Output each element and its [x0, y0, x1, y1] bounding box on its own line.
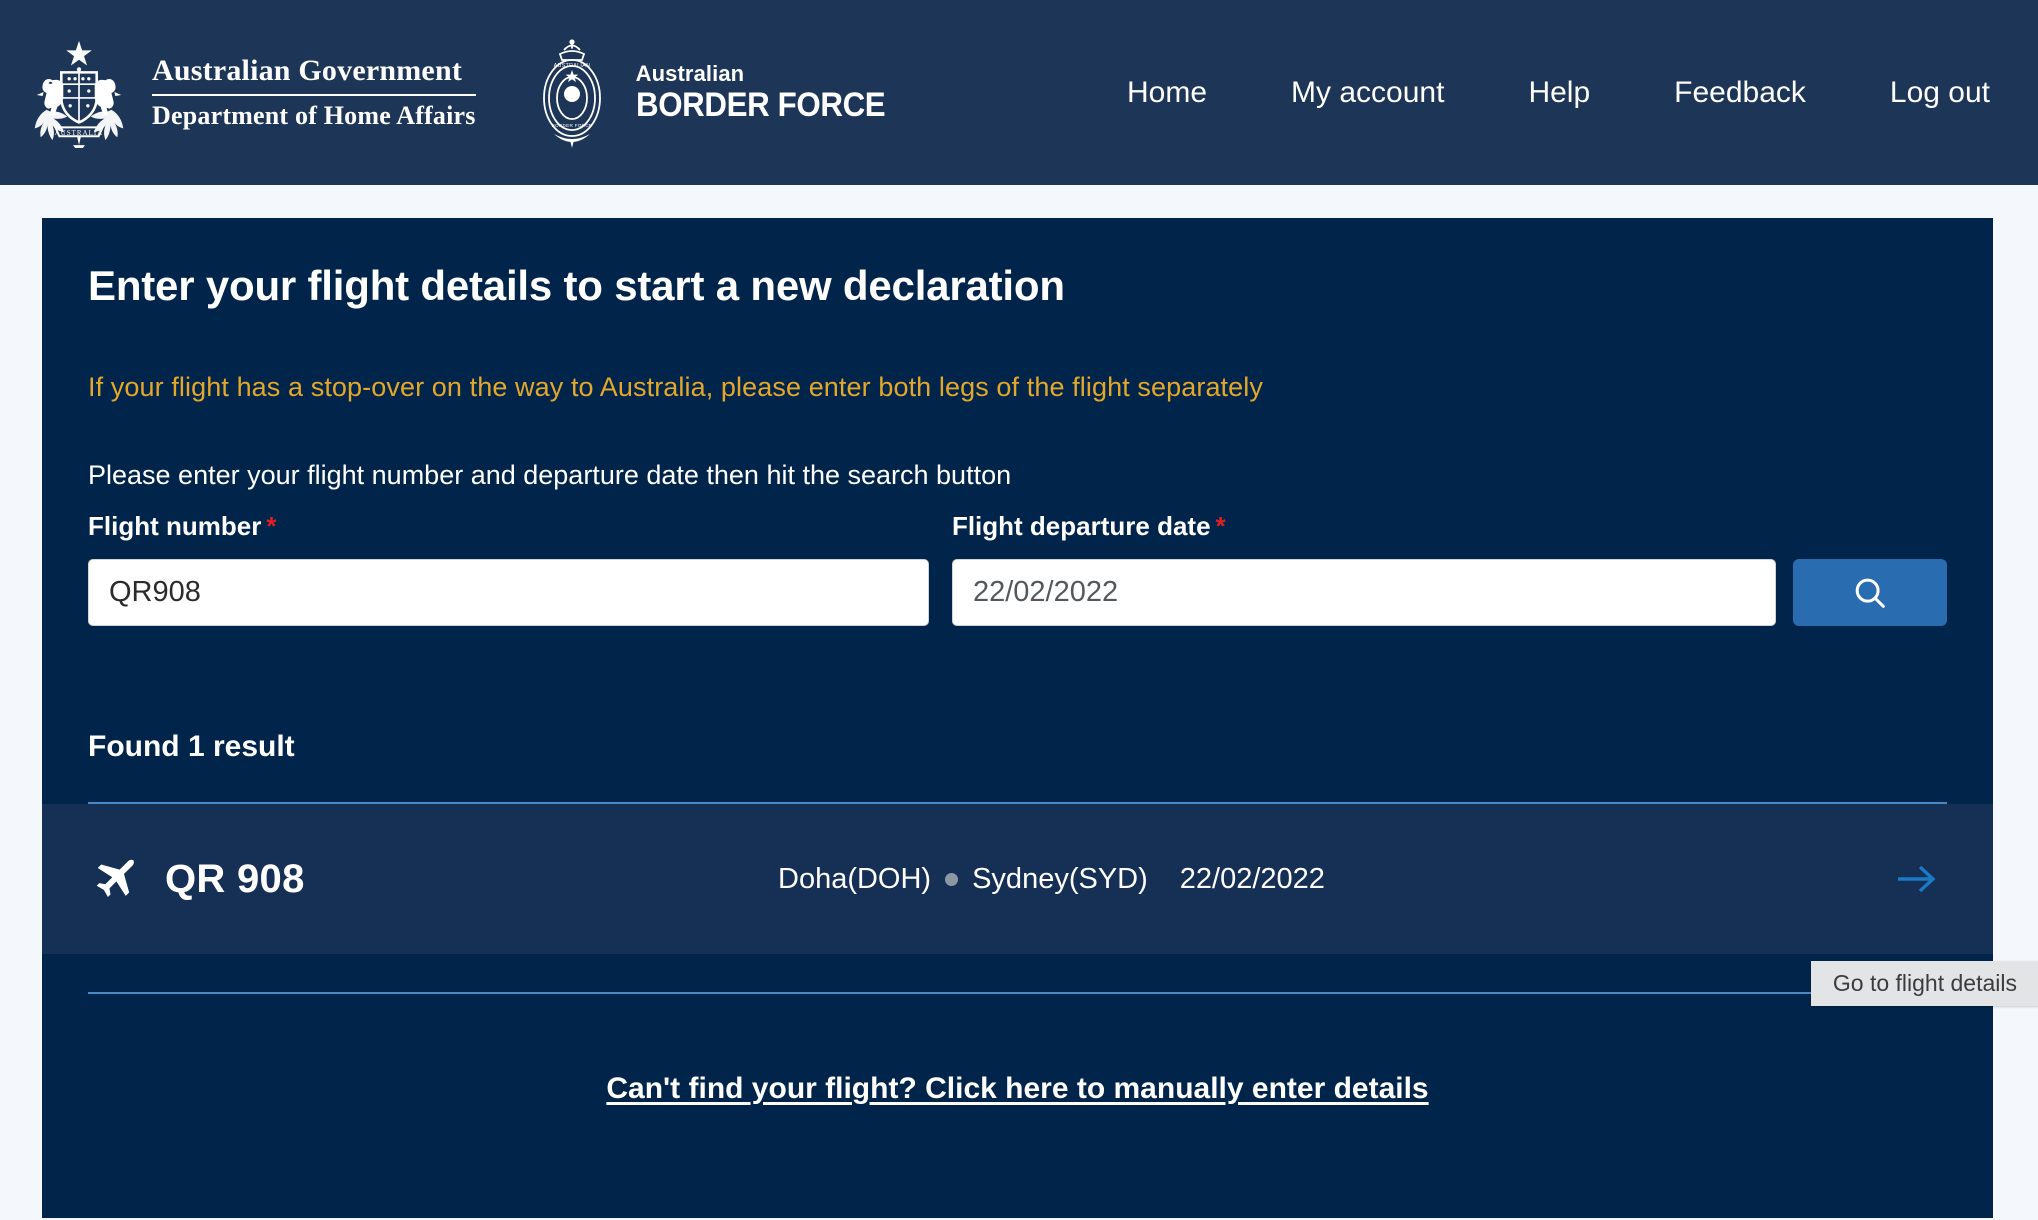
route-separator-dot [945, 872, 959, 886]
australian-border-force-badge-icon: AUSTRALIAN BORDER FORCE [542, 38, 601, 148]
departure-date-label-text: Flight departure date [951, 511, 1211, 541]
australian-government-wordmark: Australian Government Department of Home… [152, 53, 476, 131]
flight-origin: Doha(DOH) [778, 862, 932, 895]
abf-wordmark: Australian BORDER FORCE [635, 61, 907, 124]
flight-route-info: Doha(DOH) Sydney(SYD) 22/02/2022 [778, 863, 1325, 896]
australian-government-logo: AUSTRALIA Australian Government Departme… [20, 37, 476, 149]
abf-word-border-force: BORDER FORCE [635, 86, 886, 124]
page-body: Enter your flight details to start a new… [0, 185, 2038, 1218]
flight-number-input[interactable] [88, 559, 929, 626]
page-title: Enter your flight details to start a new… [88, 262, 1065, 309]
results-divider-bottom [88, 992, 1947, 994]
nav-item-feedback[interactable]: Feedback [1674, 66, 1806, 120]
departure-date-field-group: Flight departure date * [951, 511, 1777, 626]
departure-date-required-marker: * [1215, 511, 1226, 541]
crest-divider [152, 93, 476, 96]
main-navigation: Home My account Help Feedback Log out [1127, 66, 1990, 120]
svg-text:AUSTRALIA: AUSTRALIA [55, 129, 104, 136]
nav-item-home[interactable]: Home [1127, 66, 1207, 120]
manual-entry-wrapper: Can't find your flight? Click here to ma… [88, 1072, 1947, 1106]
declaration-card: Enter your flight details to start a new… [42, 218, 2038, 1218]
flight-identity: QR 908 [88, 853, 778, 905]
flight-number-label-text: Flight number [88, 511, 262, 541]
crest-line-1: Australian Government [152, 54, 463, 88]
airplane-icon [96, 859, 134, 897]
flight-date: 22/02/2022 [1179, 862, 1325, 895]
flight-number-label: Flight number * [88, 511, 929, 542]
go-to-flight-details-tooltip: Go to flight details [1810, 961, 2038, 1006]
stopover-note: If your flight has a stop-over on the wa… [88, 372, 1263, 402]
site-header: AUSTRALIA Australian Government Departme… [0, 0, 2038, 185]
departure-date-input[interactable] [951, 559, 1777, 626]
brand-group: AUSTRALIA Australian Government Departme… [20, 34, 907, 152]
flight-number-field-group: Flight number * [88, 511, 929, 626]
flight-destination: Sydney(SYD) [972, 862, 1148, 895]
nav-item-help[interactable]: Help [1528, 66, 1590, 120]
search-instruction: Please enter your flight number and depa… [88, 460, 1012, 490]
search-icon [1855, 578, 1885, 608]
results-heading: Found 1 result [88, 730, 295, 763]
nav-item-my-account[interactable]: My account [1291, 66, 1444, 120]
abf-word-australian: Australian [635, 61, 745, 86]
flight-result-row[interactable]: QR 908 Doha(DOH) Sydney(SYD) 22/02/2022 … [42, 804, 2038, 1006]
svg-text:BORDER FORCE: BORDER FORCE [551, 123, 592, 128]
search-button[interactable] [1793, 559, 1948, 626]
crest-line-2: Department of Home Affairs [152, 100, 476, 130]
flight-search-form: Flight number* Flight departure date* [88, 511, 1948, 626]
commonwealth-coat-of-arms-icon: AUSTRALIA [34, 40, 124, 148]
flight-number-required-marker: * [266, 511, 277, 541]
departure-date-label: Flight departure date * [952, 511, 1776, 542]
flight-code: QR 908 [165, 856, 305, 901]
card-inner: Enter your flight details to start a new… [42, 218, 2038, 1106]
arrow-right-icon [1898, 865, 1936, 893]
manual-entry-link[interactable]: Can't find your flight? Click here to ma… [606, 1072, 1428, 1105]
svg-text:AUSTRALIAN: AUSTRALIAN [553, 63, 590, 69]
australian-border-force-logo: AUSTRALIAN BORDER FORCE Australian BORDE… [524, 34, 907, 152]
nav-item-log-out[interactable]: Log out [1890, 66, 1990, 120]
go-to-flight-details-button[interactable] [1887, 849, 1947, 909]
